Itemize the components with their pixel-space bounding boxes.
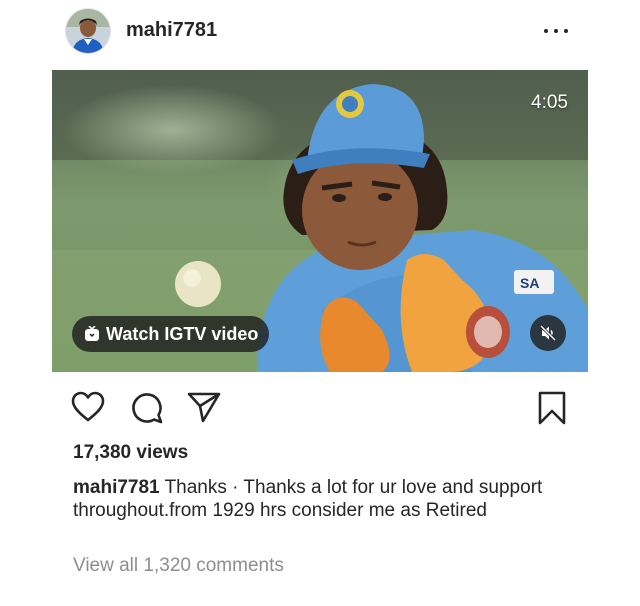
avatar[interactable]: [66, 9, 110, 53]
post-username[interactable]: mahi7781: [126, 19, 217, 42]
video-duration: 4:05: [531, 92, 568, 113]
heart-icon[interactable]: [71, 391, 105, 423]
comment-bubble-icon[interactable]: [130, 391, 164, 425]
mute-toggle-button[interactable]: [530, 315, 566, 351]
post-caption: mahi7781 Thanks · Thanks a lot for ur lo…: [73, 476, 563, 522]
action-bar: [0, 386, 640, 430]
tv-icon: [85, 326, 99, 341]
view-comments-link[interactable]: View all 1,320 comments: [73, 555, 284, 577]
post-media-video[interactable]: SA 4:05 Watch IGTV video: [52, 70, 588, 372]
watch-igtv-button[interactable]: Watch IGTV video: [72, 316, 269, 352]
speaker-muted-icon: [539, 324, 557, 342]
svg-text:SA: SA: [520, 275, 539, 291]
avatar-image: [66, 9, 110, 53]
bookmark-icon[interactable]: [537, 390, 567, 426]
more-options-icon[interactable]: [542, 20, 570, 40]
paper-plane-icon[interactable]: [187, 391, 221, 423]
igtv-label: Watch IGTV video: [106, 324, 259, 344]
view-count: 17,380 views: [73, 442, 189, 463]
caption-username[interactable]: mahi7781: [73, 477, 160, 498]
post-header: mahi7781: [0, 0, 640, 66]
